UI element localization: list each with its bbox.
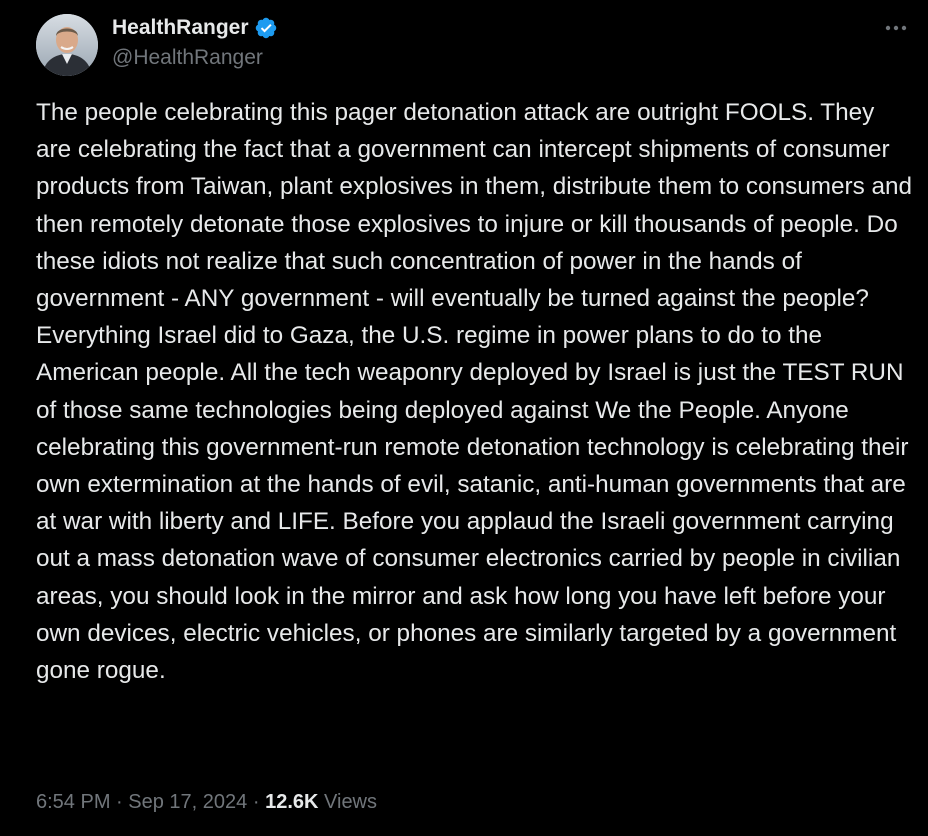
- author-display-name[interactable]: HealthRanger: [112, 14, 249, 42]
- meta-separator: ·: [116, 791, 123, 813]
- views-count[interactable]: 12.6K: [265, 791, 318, 813]
- author-handle[interactable]: @HealthRanger: [112, 44, 278, 72]
- tweet-header: HealthRanger @HealthRanger: [36, 14, 918, 76]
- author-avatar[interactable]: [36, 14, 98, 76]
- more-horizontal-icon[interactable]: [880, 16, 912, 40]
- meta-separator-2: ·: [252, 791, 260, 813]
- display-name-row: HealthRanger: [112, 14, 278, 42]
- tweet-date[interactable]: Sep 17, 2024: [128, 791, 247, 813]
- verified-badge-icon[interactable]: [254, 16, 278, 40]
- tweet-time[interactable]: 6:54 PM: [36, 791, 110, 813]
- author-names: HealthRanger @HealthRanger: [112, 14, 278, 72]
- views-label: Views: [324, 791, 378, 813]
- tweet-card: HealthRanger @HealthRanger The people ce…: [0, 0, 928, 836]
- tweet-meta: 6:54 PM · Sep 17, 2024 · 12.6K Views: [36, 788, 377, 816]
- tweet-text: The people celebrating this pager detona…: [36, 99, 919, 685]
